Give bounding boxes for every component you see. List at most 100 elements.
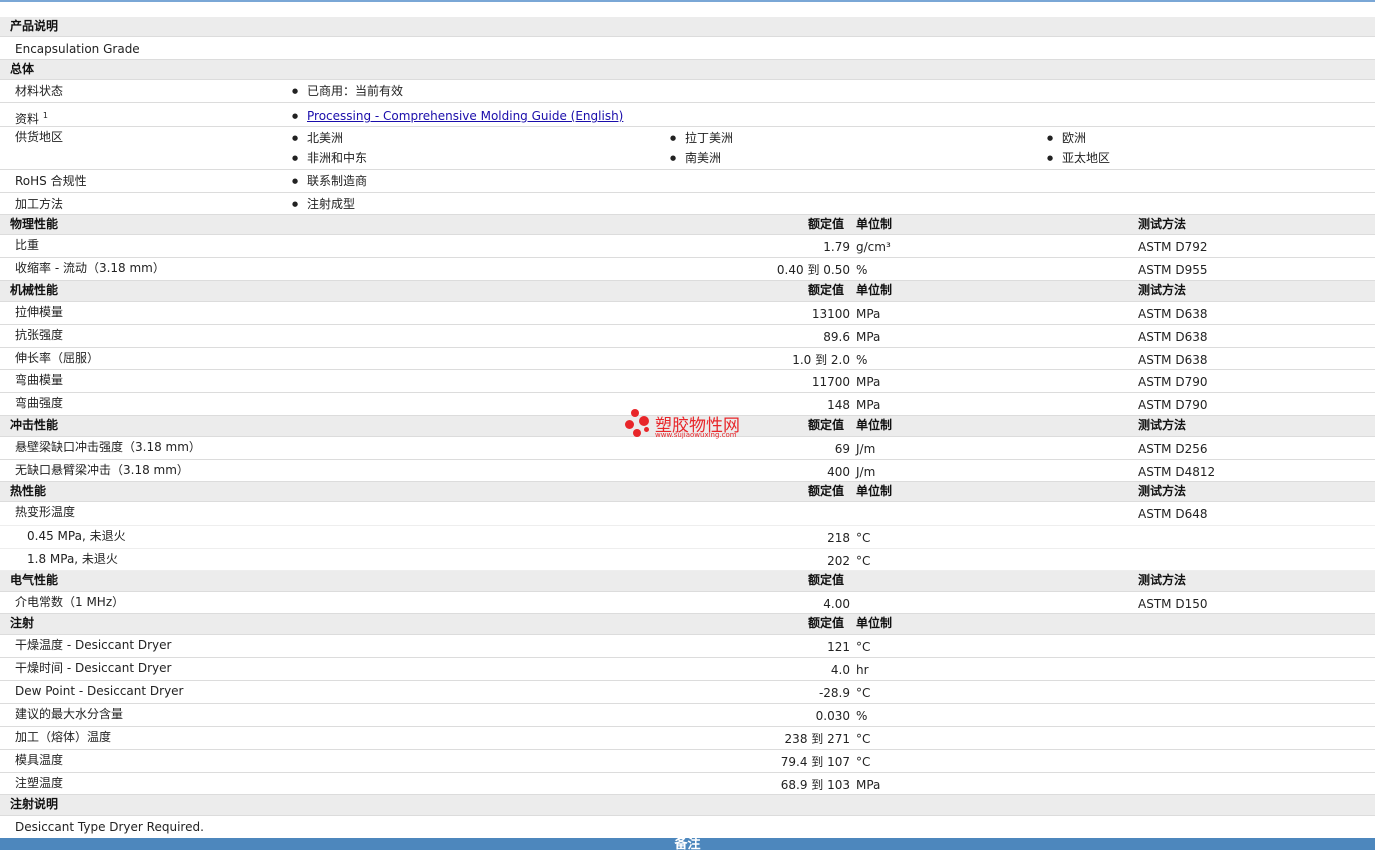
region-latin-america: 拉丁美洲 [670, 128, 733, 148]
table-row: 建议的最大水分含量 0.030% [0, 704, 1375, 727]
property-name: Dew Point - Desiccant Dryer [15, 684, 184, 698]
top-border [0, 0, 1375, 2]
test-method: ASTM D790 [1138, 398, 1208, 412]
molding-guide-link[interactable]: Processing - Comprehensive Molding Guide… [307, 109, 623, 123]
property-value: 202 [827, 554, 850, 568]
rohs-row: RoHS 合规性 联系制造商 [0, 170, 1375, 193]
property-name: 加工（熔体）温度 [15, 730, 112, 744]
test-header: 测试方法 [1138, 217, 1187, 231]
property-name: 注塑温度 [15, 776, 64, 790]
table-row: 模具温度 79.4 到 107 °C [0, 750, 1375, 773]
property-name: 建议的最大水分含量 [15, 707, 124, 721]
section-title: 物理性能 [10, 217, 59, 231]
property-value: 1.0 到 2.0 [792, 353, 850, 367]
property-unit: MPa [856, 375, 881, 389]
property-value: -28.9 [818, 686, 850, 700]
rohs-value: 联系制造商 [292, 171, 367, 191]
unit-header: 单位制 [856, 616, 893, 630]
table-row: 伸长率（屈服） 1.0 到 2.0% ASTM D638 [0, 348, 1375, 370]
property-value: 4.0 [830, 663, 850, 677]
property-name: 干燥温度 - Desiccant Dryer [15, 638, 172, 652]
rohs-label: RoHS 合规性 [15, 174, 87, 188]
table-row: 无缺口悬臂梁冲击（3.18 mm） 400 J/m ASTM D4812 [0, 460, 1375, 482]
property-unit: J/m [856, 465, 876, 479]
property-name: 无缺口悬臂梁冲击（3.18 mm） [15, 463, 189, 477]
test-method: ASTM D4812 [1138, 465, 1216, 479]
section-title: 机械性能 [10, 283, 59, 297]
test-method: ASTM D638 [1138, 353, 1208, 367]
section-general: 总体 [0, 60, 1375, 80]
table-row: 比重 1.79 g/cm³ ASTM D792 [0, 235, 1375, 258]
test-method: ASTM D638 [1138, 330, 1208, 344]
hdt-label: 热变形温度 [15, 505, 76, 519]
table-row: 弯曲模量 11700 MPa ASTM D790 [0, 370, 1375, 393]
property-unit: °C [856, 531, 871, 545]
property-unit: °C [856, 732, 871, 746]
property-value: 148 [827, 398, 850, 412]
table-row: 干燥温度 - Desiccant Dryer 121 °C [0, 635, 1375, 658]
section-title: 电气性能 [10, 573, 59, 587]
footer-title: 备注 [674, 838, 701, 850]
test-method: ASTM D150 [1138, 597, 1208, 611]
property-name: 0.45 MPa, 未退火 [27, 529, 126, 543]
documents-bullet: Processing - Comprehensive Molding Guide… [292, 106, 623, 126]
property-value: 68.9 到 103 [780, 778, 850, 792]
processing-method-row: 加工方法 注射成型 [0, 193, 1375, 215]
property-unit: % [856, 263, 868, 277]
table-row: 介电常数（1 MHz） 4.00 ASTM D150 [0, 592, 1375, 614]
section-injection: 注射 额定值 单位制 [0, 614, 1375, 635]
region-south-america: 南美洲 [670, 148, 721, 168]
property-unit: °C [856, 686, 871, 700]
nominal-header: 额定值 [808, 484, 845, 498]
section-product-description: 产品说明 [0, 17, 1375, 37]
region-africa-middle-east: 非洲和中东 [292, 148, 367, 168]
test-header: 测试方法 [1138, 484, 1187, 498]
property-value: 0.030 [815, 709, 850, 723]
material-status-label: 材料状态 [15, 84, 64, 98]
region-asia-pacific: 亚太地区 [1047, 148, 1110, 168]
region-row: 供货地区 北美洲 拉丁美洲 欧洲 非洲和中东 南美洲 亚太地区 [0, 127, 1375, 170]
nominal-header: 额定值 [808, 217, 845, 231]
table-row: 注塑温度 68.9 到 103 MPa [0, 773, 1375, 795]
documents-row: 资料 1 Processing - Comprehensive Molding … [0, 103, 1375, 127]
injection-notes-row: Desiccant Type Dryer Required. [0, 816, 1375, 838]
property-unit: °C [856, 554, 871, 568]
property-unit: J/m [856, 442, 876, 456]
test-method: ASTM D638 [1138, 307, 1208, 321]
property-unit: hr [856, 663, 869, 677]
property-unit: MPa [856, 307, 881, 321]
unit-header: 单位制 [856, 484, 893, 498]
property-value: 238 到 271 [784, 732, 850, 746]
property-value: 4.00 [823, 597, 850, 611]
nominal-header: 额定值 [808, 418, 845, 432]
logo-dot [633, 429, 641, 437]
table-row: 收缩率 - 流动（3.18 mm） 0.40 到 0.50% ASTM D955 [0, 258, 1375, 281]
test-header: 测试方法 [1138, 573, 1187, 587]
logo-dot [631, 409, 639, 417]
table-row: 抗张强度 89.6 MPa ASTM D638 [0, 325, 1375, 348]
property-name: 干燥时间 - Desiccant Dryer [15, 661, 172, 675]
property-name: 伸长率（屈服） [15, 351, 100, 365]
documents-label: 资料 1 [15, 106, 48, 129]
notes-footer-bar: 备注 [0, 838, 1375, 850]
documents-footnote: 1 [42, 111, 48, 120]
logo-dot [625, 420, 634, 429]
test-header: 测试方法 [1138, 283, 1187, 297]
table-row: 0.45 MPa, 未退火 218 °C [0, 526, 1375, 549]
property-value: 89.6 [823, 330, 850, 344]
processing-method-label: 加工方法 [15, 197, 64, 211]
property-name: 弯曲强度 [15, 396, 64, 410]
test-method: ASTM D790 [1138, 375, 1208, 389]
property-unit: °C [856, 640, 871, 654]
hdt-test: ASTM D648 [1138, 507, 1208, 521]
section-thermal: 热性能 额定值 单位制 测试方法 [0, 482, 1375, 502]
injection-notes-text: Desiccant Type Dryer Required. [15, 820, 204, 834]
property-name: 收缩率 - 流动（3.18 mm） [15, 261, 165, 275]
table-row: Dew Point - Desiccant Dryer -28.9 °C [0, 681, 1375, 704]
table-row: 干燥时间 - Desiccant Dryer 4.0 hr [0, 658, 1375, 681]
property-value: 1.79 [823, 240, 850, 254]
unit-header: 单位制 [856, 418, 893, 432]
property-value: 400 [827, 465, 850, 479]
property-unit: % [856, 709, 868, 723]
property-name: 悬壁梁缺口冲击强度（3.18 mm） [15, 440, 201, 454]
